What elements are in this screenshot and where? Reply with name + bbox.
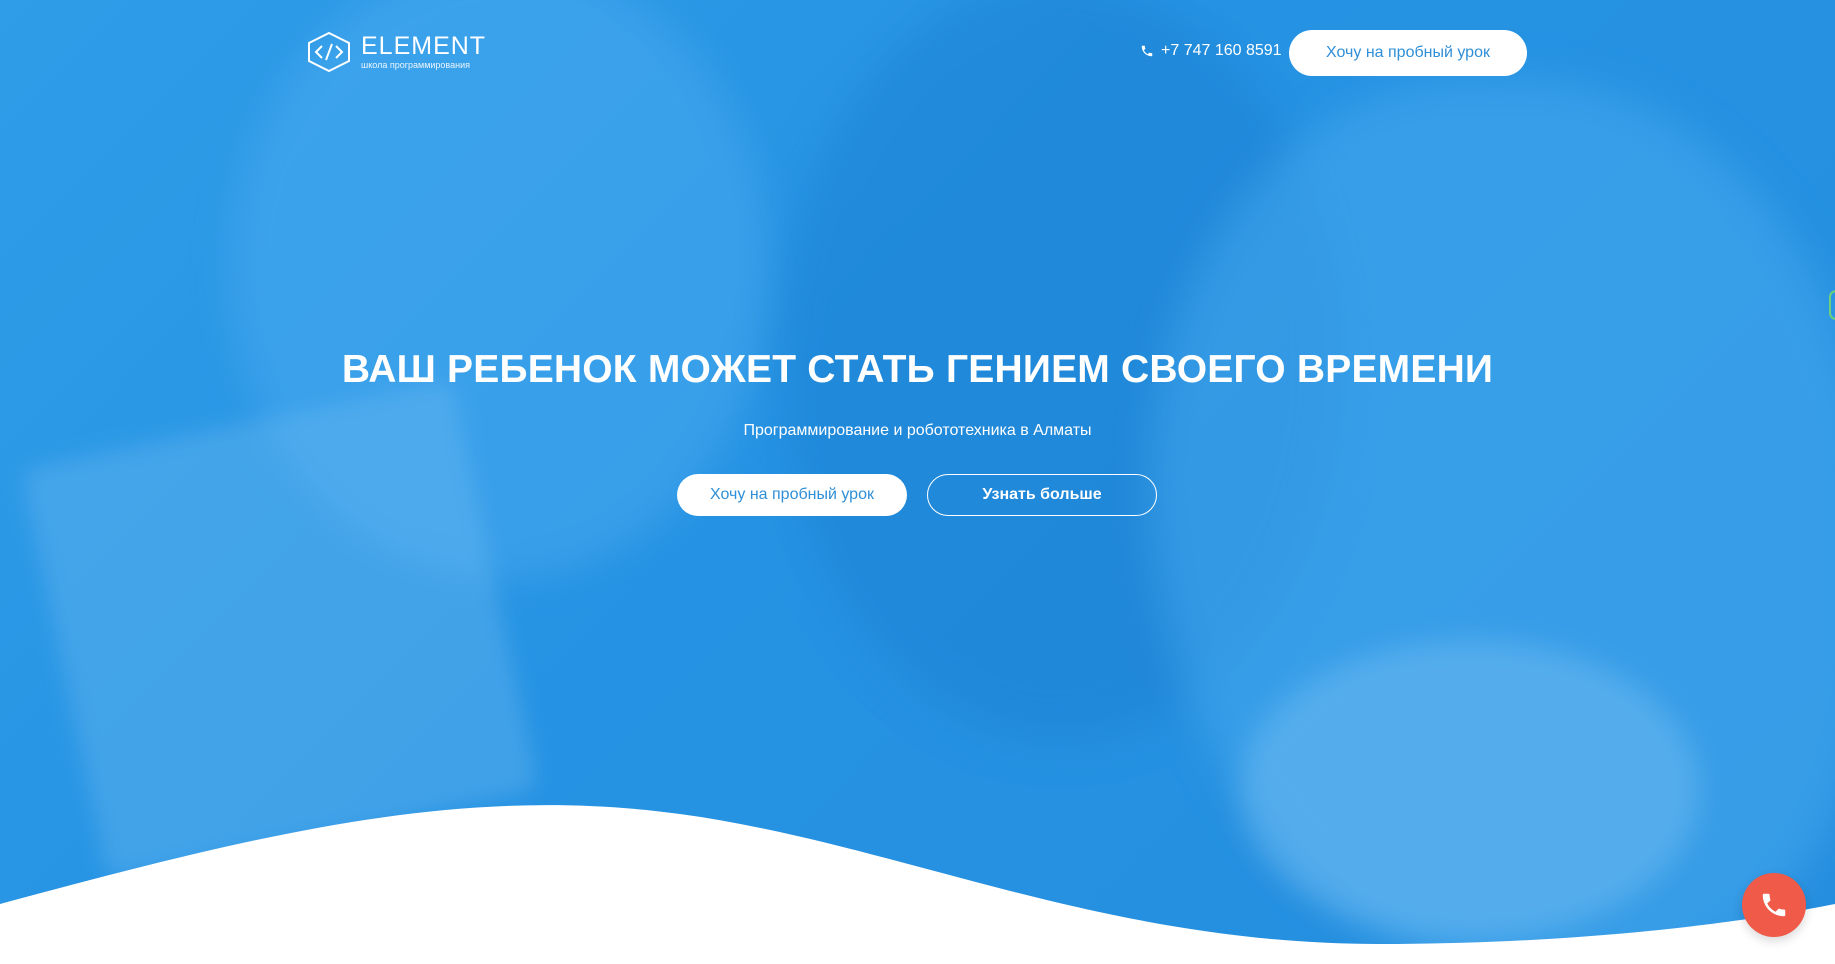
phone-icon [1141, 45, 1153, 57]
hero-subtitle: Программирование и робототехника в Алмат… [743, 422, 1092, 439]
call-button[interactable] [1742, 873, 1806, 937]
side-widget-tab[interactable] [1829, 290, 1835, 320]
brand-tagline: школа программирования [361, 60, 470, 70]
code-cube-icon [308, 31, 350, 73]
brand-name: ELEMENT [361, 32, 487, 60]
phone-number: +7 747 160 8591 [1161, 42, 1282, 59]
phone-link[interactable]: +7 747 160 8591 [1140, 42, 1282, 60]
trial-lesson-button[interactable]: Хочу на пробный урок [677, 474, 907, 516]
hero-section: ELEMENT школа программирования +7 747 16… [0, 0, 1835, 964]
wave-divider [0, 805, 1835, 964]
learn-more-button[interactable]: Узнать больше [927, 474, 1157, 516]
site-header: ELEMENT школа программирования +7 747 16… [0, 0, 1835, 104]
phone-call-icon [1762, 893, 1786, 917]
hero-title: ВАШ РЕБЕНОК МОЖЕТ СТАТЬ ГЕНИЕМ СВОЕГО ВР… [341, 348, 1494, 391]
logo-text: ELEMENT школа программирования [361, 33, 486, 71]
logo[interactable]: ELEMENT школа программирования [305, 30, 486, 74]
trial-lesson-header-button[interactable]: Хочу на пробный урок [1289, 30, 1527, 76]
